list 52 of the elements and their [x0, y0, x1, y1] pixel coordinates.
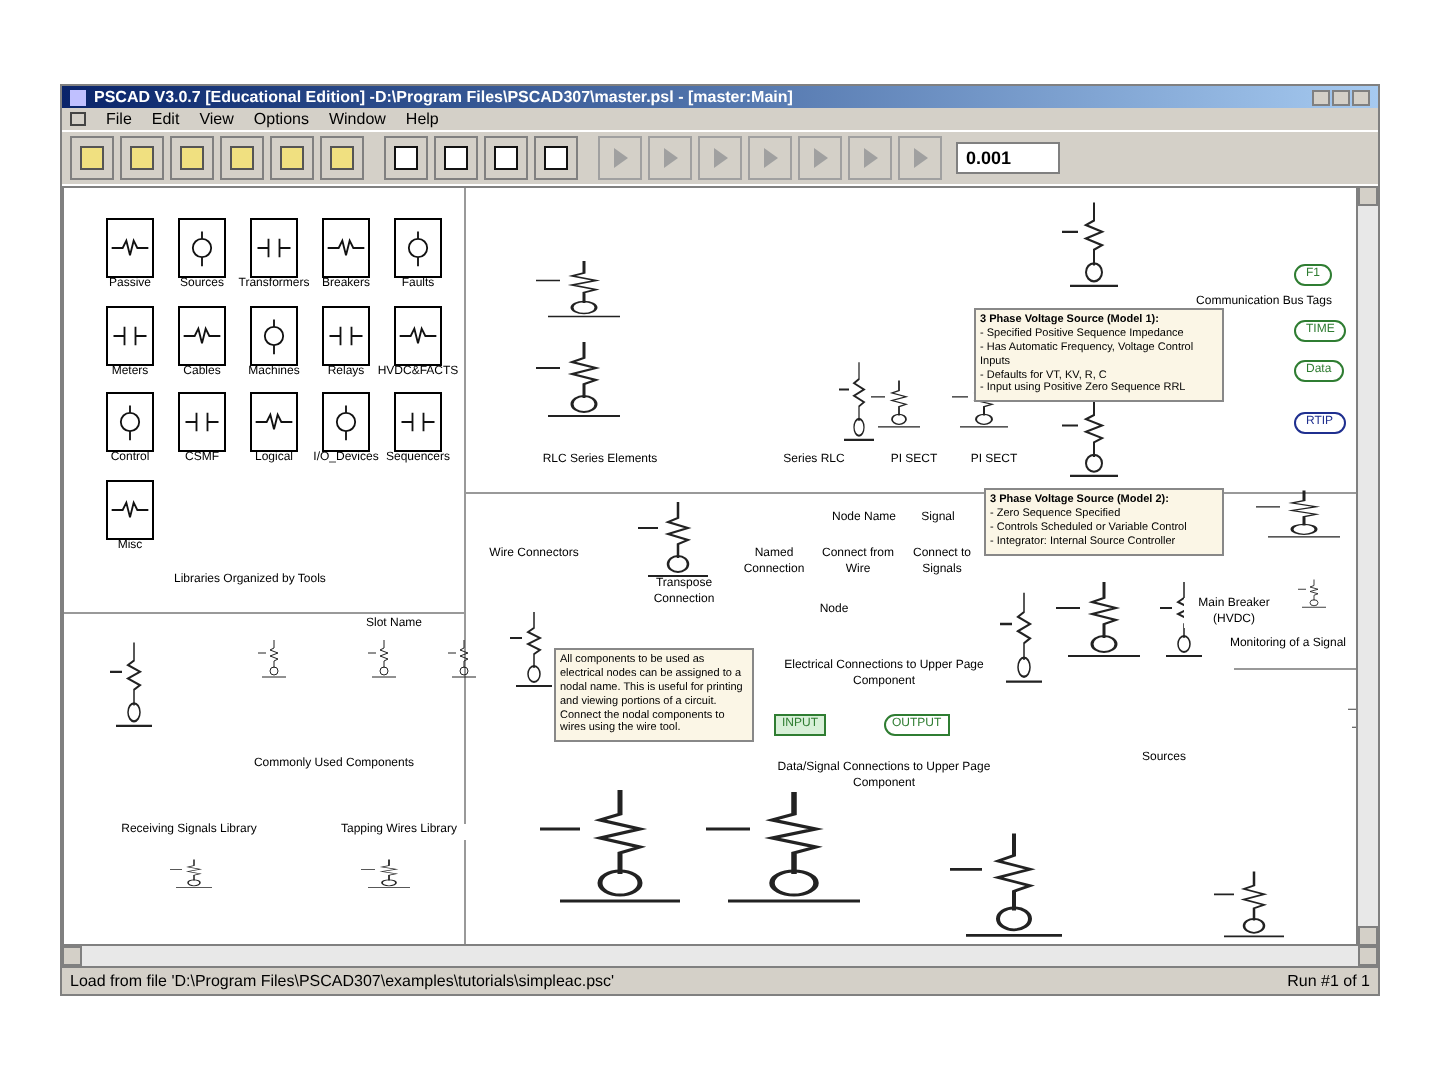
play-icon — [613, 148, 627, 168]
library-tile[interactable] — [322, 392, 370, 452]
horizontal-scrollbar[interactable] — [62, 946, 1378, 966]
scroll-left-button[interactable] — [62, 946, 82, 966]
library-tile[interactable] — [394, 218, 442, 278]
library-tile[interactable] — [394, 392, 442, 452]
time-step-field[interactable]: 0.001 — [956, 142, 1060, 174]
minimize-button[interactable] — [1312, 89, 1330, 105]
library-tile[interactable] — [250, 392, 298, 452]
menu-item[interactable]: Options — [253, 111, 309, 127]
vertical-scrollbar[interactable] — [1358, 186, 1378, 946]
maximize-button[interactable] — [1332, 89, 1350, 105]
library-tile[interactable] — [394, 305, 442, 365]
library-tile[interactable] — [178, 305, 226, 365]
library-tile[interactable] — [250, 305, 298, 365]
menu-item[interactable]: View — [199, 111, 234, 127]
menu-item[interactable]: Edit — [151, 111, 180, 127]
play-icon — [813, 148, 827, 168]
view-icon — [494, 146, 518, 170]
scroll-right-button[interactable] — [1358, 946, 1378, 966]
menu-item[interactable]: Window — [328, 111, 386, 127]
library-tile[interactable] — [322, 218, 370, 278]
status-message: Load from file 'D:\Program Files\PSCAD307\examples\tutorials\simpleac.psc' — [70, 969, 615, 993]
play-icon — [713, 148, 727, 168]
toolbar-button[interactable] — [434, 136, 478, 180]
library-tile[interactable] — [178, 218, 226, 278]
view-icon — [394, 146, 418, 170]
scroll-down-button[interactable] — [1358, 926, 1378, 946]
app-icon — [70, 89, 86, 105]
view-icon — [444, 146, 468, 170]
window-title: PSCAD V3.0.7 [Educational Edition] -D:\Program Files\PSCAD307\master.psl - [master:Main] — [94, 89, 793, 105]
run-counter: Run #1 of 1 — [1287, 969, 1370, 993]
menu-item[interactable]: Help — [405, 111, 439, 127]
library-tile[interactable] — [178, 392, 226, 452]
play-icon — [913, 148, 927, 168]
scroll-up-button[interactable] — [1358, 186, 1378, 206]
library-tile[interactable] — [106, 479, 154, 539]
document-icon[interactable] — [70, 112, 86, 126]
view-icon — [544, 146, 568, 170]
play-icon — [863, 148, 877, 168]
play-icon — [663, 148, 677, 168]
toolbar-button[interactable] — [484, 136, 528, 180]
library-tile[interactable] — [322, 305, 370, 365]
play-icon — [763, 148, 777, 168]
library-tile[interactable] — [106, 305, 154, 365]
library-tile[interactable] — [106, 218, 154, 278]
toolbar-button[interactable] — [384, 136, 428, 180]
menu-item[interactable]: File — [106, 111, 132, 127]
library-tile[interactable] — [250, 218, 298, 278]
close-button[interactable] — [1352, 89, 1370, 105]
library-tile[interactable] — [106, 392, 154, 452]
toolbar-button[interactable] — [534, 136, 578, 180]
